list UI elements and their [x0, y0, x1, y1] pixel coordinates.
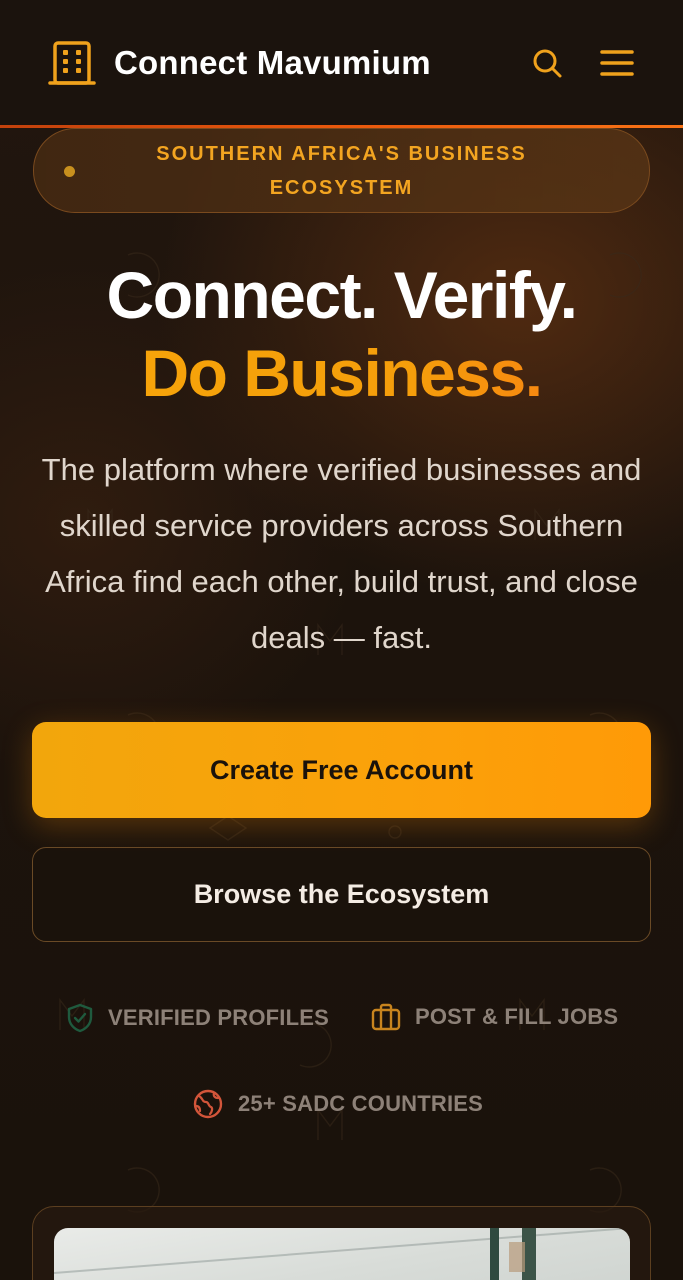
- building-icon: [48, 41, 96, 85]
- menu-button[interactable]: [599, 45, 635, 81]
- badge-label: SOUTHERN AFRICA'S BUSINESS ECOSYSTEM: [156, 142, 527, 199]
- search-button[interactable]: [529, 45, 565, 81]
- feature-verified-profiles: VERIFIED PROFILES: [66, 1003, 329, 1033]
- feature-label: POST & FILL JOBS: [415, 1004, 619, 1029]
- header-actions: [529, 45, 635, 81]
- hero-badge: SOUTHERN AFRICA'S BUSINESS ECOSYSTEM: [33, 128, 650, 213]
- page: Connect Mavumium SOUTHERN AFRICA'S BUSIN…: [0, 0, 683, 1280]
- hero-subtitle: The platform where verified businesses a…: [41, 452, 642, 655]
- feature-label: 25+ SADC COUNTRIES: [238, 1091, 484, 1116]
- create-account-button[interactable]: Create Free Account: [32, 722, 651, 818]
- preview-image: [54, 1228, 630, 1280]
- globe-icon: [193, 1089, 223, 1119]
- hamburger-menu-icon: [600, 50, 634, 76]
- preview-photo: [54, 1228, 630, 1280]
- badge-dot: [64, 166, 75, 177]
- top-navigation-bar: Connect Mavumium: [0, 0, 683, 126]
- brand-name[interactable]: Connect Mavumium: [114, 44, 431, 82]
- browse-ecosystem-button[interactable]: Browse the Ecosystem: [32, 847, 651, 942]
- feature-label: VERIFIED PROFILES: [108, 1005, 329, 1030]
- headline-line-1: Connect. Verify.: [106, 258, 578, 332]
- feature-sadc-countries: 25+ SADC COUNTRIES: [192, 1088, 483, 1120]
- search-icon: [533, 49, 562, 78]
- shield-check-icon: [67, 1003, 93, 1033]
- headline-line-2: Do Business.: [0, 334, 683, 412]
- preview-card: [32, 1206, 651, 1280]
- briefcase-icon: [371, 1003, 401, 1031]
- hero-headline: Connect. Verify. Do Business.: [0, 256, 683, 412]
- feature-post-fill-jobs: POST & FILL JOBS: [371, 1003, 618, 1031]
